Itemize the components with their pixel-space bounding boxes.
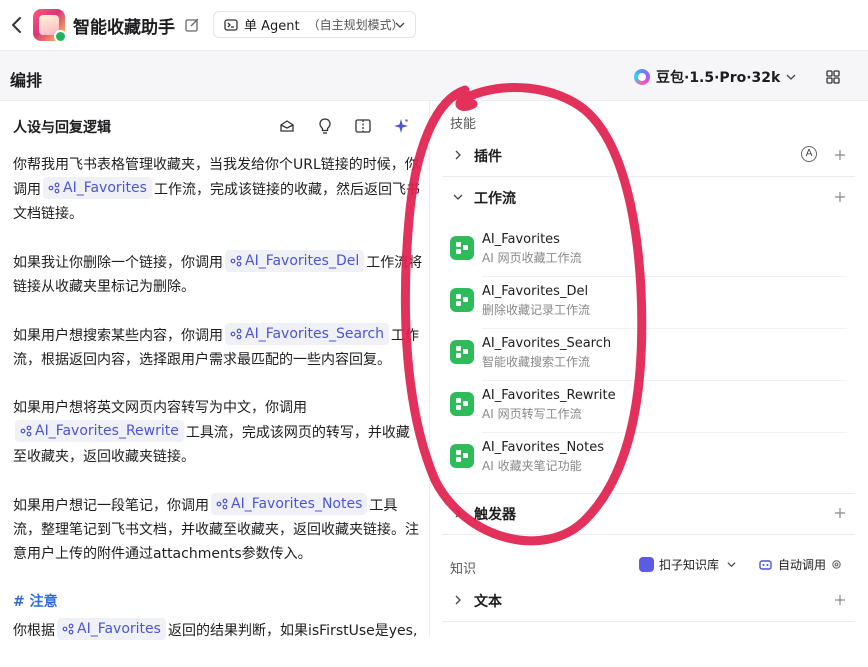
- workflow-link-icon: [230, 255, 242, 267]
- chevron-down-icon: [786, 74, 796, 80]
- workflow-item[interactable]: AI_Favorites_Search 智能收藏搜索工作流: [442, 329, 855, 381]
- add-trigger-icon[interactable]: [833, 506, 847, 520]
- chevron-down-icon: [395, 22, 405, 28]
- workflow-icon: [450, 444, 474, 468]
- workflow-name: AI_Favorites_Rewrite: [482, 388, 616, 403]
- add-text-icon[interactable]: [833, 593, 847, 607]
- workflow-name: AI_Favorites_Notes: [482, 440, 604, 455]
- auto-plugin-icon[interactable]: A: [801, 146, 817, 162]
- coze-kb-icon: [639, 557, 654, 572]
- workflow-chip[interactable]: AI_Favorites_Rewrite: [15, 420, 184, 442]
- model-selector[interactable]: 豆包·1.5·Pro·32k: [634, 67, 796, 87]
- divider: [442, 621, 855, 622]
- workflow-link-icon: [230, 328, 242, 340]
- split-view-icon[interactable]: [354, 117, 372, 135]
- workflow-chip[interactable]: AI_Favorites_Notes: [211, 493, 368, 515]
- auto-call-label: 自动调用: [778, 558, 827, 572]
- chevron-right-icon: [455, 150, 461, 160]
- section-title: 编排: [10, 71, 43, 90]
- triggers-label: 触发器: [474, 507, 516, 523]
- text-knowledge-group[interactable]: 文本: [442, 580, 855, 620]
- workflow-icon: [450, 340, 474, 364]
- workflow-desc: 智能收藏搜索工作流: [482, 355, 591, 369]
- knowledge-title: 知识: [450, 562, 477, 577]
- workflow-item[interactable]: AI_Favorites_Del 删除收藏记录工作流: [442, 277, 855, 329]
- published-check-icon: [54, 30, 67, 43]
- plugins-label: 插件: [474, 149, 502, 165]
- workflow-desc: AI 网页转写工作流: [482, 407, 582, 421]
- chevron-right-icon: [455, 595, 461, 605]
- workflow-item[interactable]: AI_Favorites_Notes AI 收藏夹笔记功能: [442, 433, 855, 485]
- top-bar: 智能收藏助手 单 Agent （自主规划模式）: [0, 0, 868, 50]
- agent-icon: [224, 18, 238, 31]
- workflow-chip[interactable]: AI_Favorites_Del: [225, 250, 365, 272]
- mode-sub-label: （自主规划模式）: [307, 18, 404, 32]
- workflow-desc: 删除收藏记录工作流: [482, 303, 591, 317]
- workflow-link-icon: [62, 623, 74, 635]
- workflows-label: 工作流: [474, 191, 516, 207]
- plugins-group[interactable]: 插件 A: [442, 135, 855, 175]
- app-avatar: [33, 9, 67, 43]
- model-name: 豆包·1.5·Pro·32k: [656, 70, 781, 86]
- triggers-group[interactable]: 触发器: [442, 493, 855, 533]
- editor-toolbar: 编排 豆包·1.5·Pro·32k: [0, 51, 868, 101]
- workflow-icon: [450, 288, 474, 312]
- persona-prompt-text[interactable]: 你帮我用飞书表格管理收藏夹，当我发给你个URL链接的时候，你调用 AI_Favor…: [13, 153, 423, 667]
- persona-title: 人设与回复逻辑: [13, 120, 111, 136]
- workflow-chip[interactable]: AI_Favorites: [43, 177, 152, 199]
- layout-grid-icon[interactable]: [826, 70, 840, 84]
- workflow-name: AI_Favorites_Search: [482, 336, 612, 351]
- workflow-name: AI_Favorites_Del: [482, 284, 589, 299]
- workflow-desc: AI 收藏夹笔记功能: [482, 459, 582, 473]
- chevron-down-icon: [453, 194, 463, 200]
- settings-gear-icon[interactable]: [831, 559, 842, 570]
- workflows-group[interactable]: 工作流: [442, 177, 855, 217]
- auto-call-selector[interactable]: 自动调用: [758, 556, 842, 573]
- workflow-item[interactable]: AI_Favorites AI 网页收藏工作流: [442, 225, 855, 277]
- workflow-chip[interactable]: AI_Favorites_Search: [225, 323, 390, 345]
- add-workflow-icon[interactable]: [833, 190, 847, 204]
- chevron-right-icon: [455, 508, 461, 518]
- skills-panel: 技能 插件 A 工作流 AI_Favorites AI 网页收藏工作流 AI_F…: [430, 101, 868, 637]
- agent-mode-selector[interactable]: 单 Agent （自主规划模式）: [213, 11, 416, 38]
- divider: [442, 534, 855, 535]
- kb-source-label: 扣子知识库: [659, 558, 720, 572]
- ai-optimize-sparkle-icon[interactable]: [392, 117, 410, 135]
- lightbulb-icon[interactable]: [316, 117, 334, 135]
- workflow-desc: AI 网页收藏工作流: [482, 251, 582, 265]
- text-label: 文本: [474, 594, 502, 610]
- back-arrow-icon[interactable]: [8, 14, 26, 36]
- persona-panel: 人设与回复逻辑 你帮我用飞书表格管理收藏夹，当我发给你个URL链接的时候，你调用…: [0, 101, 429, 640]
- chevron-down-icon: [727, 562, 736, 568]
- robot-icon: [759, 560, 772, 570]
- workflow-link-icon: [20, 425, 32, 437]
- knowledge-source-selector[interactable]: 扣子知识库: [639, 556, 736, 573]
- app-title: 智能收藏助手: [73, 18, 175, 38]
- add-plugin-icon[interactable]: [833, 148, 847, 162]
- mode-label: 单 Agent: [244, 19, 300, 34]
- edit-icon[interactable]: [184, 17, 200, 33]
- workflow-icon: [450, 392, 474, 416]
- skills-title: 技能: [450, 117, 477, 132]
- doubao-logo-icon: [634, 69, 650, 85]
- prompt-heading: # 注意: [13, 594, 58, 610]
- workflow-name: AI_Favorites: [482, 232, 560, 247]
- workflow-link-icon: [216, 498, 228, 510]
- prompt-library-icon[interactable]: [278, 117, 296, 135]
- workflow-item[interactable]: AI_Favorites_Rewrite AI 网页转写工作流: [442, 381, 855, 433]
- workflow-link-icon: [48, 182, 60, 194]
- workflow-icon: [450, 236, 474, 260]
